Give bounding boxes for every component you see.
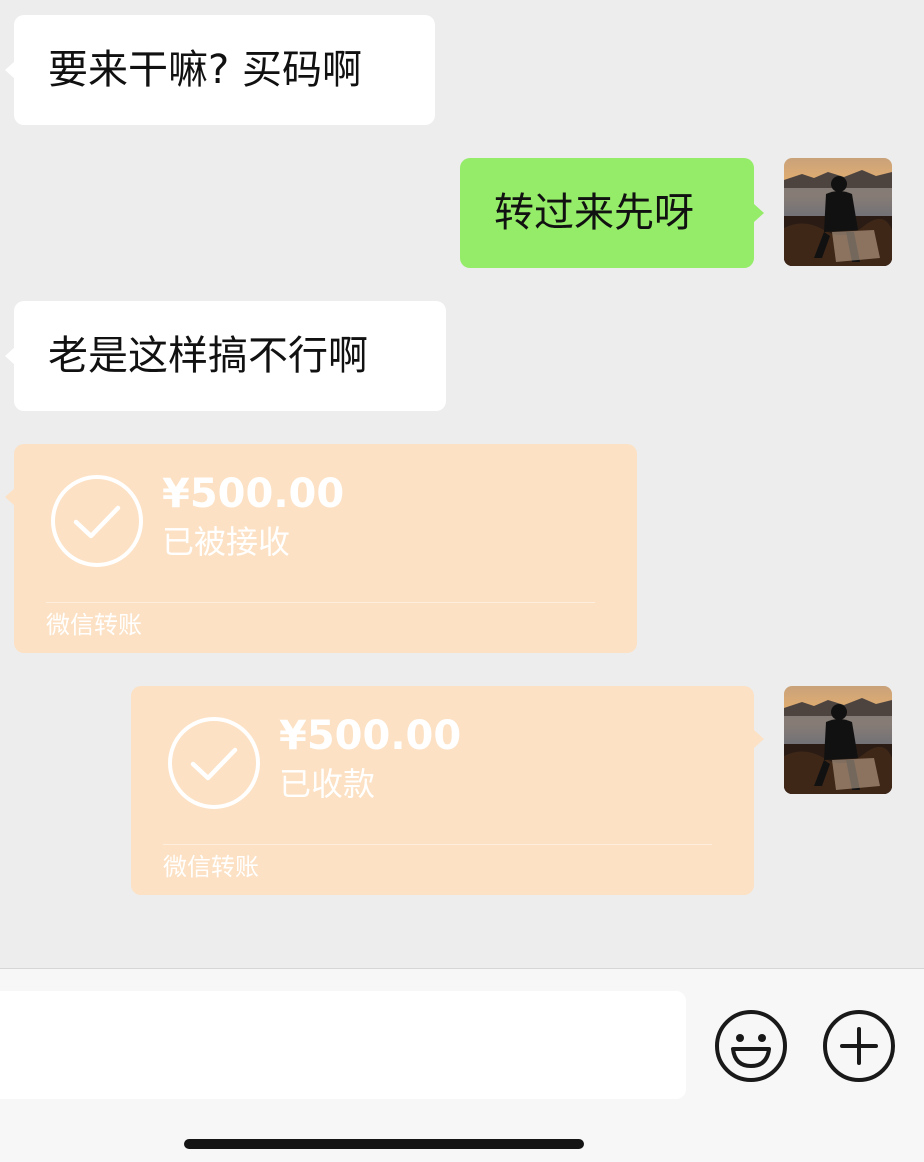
home-indicator[interactable]: [184, 1139, 584, 1149]
message-text: 要来干嘛? 买码啊: [48, 47, 362, 93]
chat-area: 要来干嘛? 买码啊 转过来先呀 老是这样搞不行啊 ¥500.00 已被接收 微信…: [0, 0, 924, 968]
message-text: 转过来先呀: [494, 190, 694, 236]
avatar-photo: [784, 158, 892, 266]
message-input[interactable]: [0, 991, 686, 1099]
transfer-amount: ¥500.00: [279, 713, 462, 759]
my-avatar[interactable]: [784, 158, 892, 266]
message-text: 老是这样搞不行啊: [48, 333, 368, 379]
outgoing-message-bubble[interactable]: 转过来先呀: [460, 158, 764, 268]
check-circle-icon: [168, 717, 260, 809]
transfer-label: 微信转账: [46, 611, 142, 639]
transfer-status: 已被接收: [162, 523, 291, 561]
transfer-divider: [163, 844, 712, 845]
check-circle-icon: [51, 475, 143, 567]
transfer-status: 已收款: [279, 765, 376, 803]
incoming-message-bubble[interactable]: 要来干嘛? 买码啊: [5, 15, 435, 125]
plus-circle-icon[interactable]: [822, 1009, 896, 1083]
transfer-label: 微信转账: [163, 853, 259, 881]
my-avatar[interactable]: [784, 686, 892, 794]
transfer-divider: [46, 602, 595, 603]
incoming-message-bubble[interactable]: 老是这样搞不行啊: [5, 301, 446, 411]
wechat-transfer-card-outgoing[interactable]: ¥500.00 已收款 微信转账: [131, 686, 764, 895]
transfer-amount: ¥500.00: [162, 471, 345, 517]
wechat-transfer-card-incoming[interactable]: ¥500.00 已被接收 微信转账: [5, 444, 637, 653]
input-bar: [0, 968, 924, 1162]
smiley-face-icon[interactable]: [714, 1009, 788, 1083]
avatar-photo: [784, 686, 892, 794]
